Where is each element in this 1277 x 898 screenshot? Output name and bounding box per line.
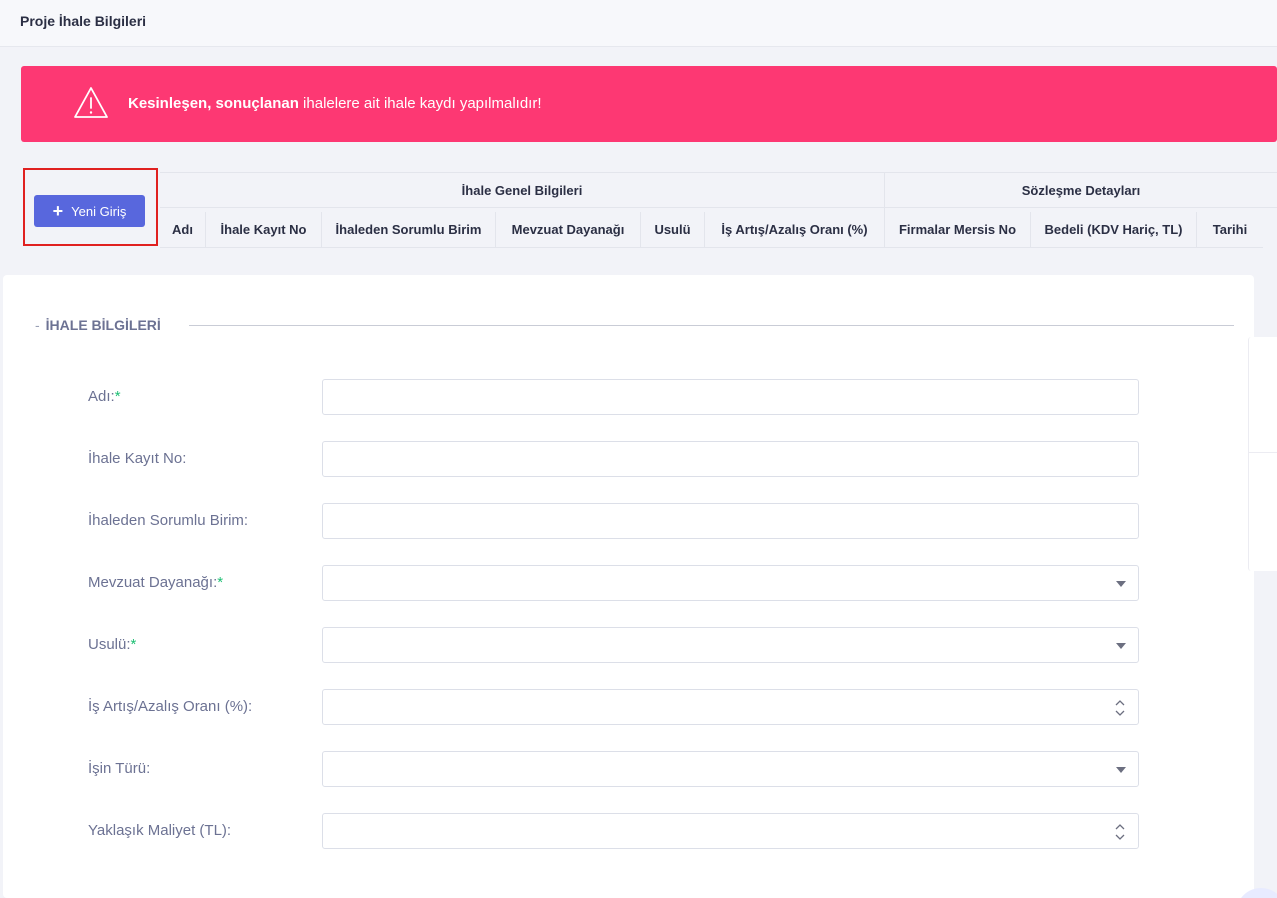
table-group-header: Sözleşme Detayları bbox=[885, 172, 1277, 208]
field-label-sorumlu-birim: İhaleden Sorumlu Birim: bbox=[88, 512, 248, 529]
new-entry-button-label: Yeni Giriş bbox=[71, 203, 127, 219]
field-label-text: İşin Türü: bbox=[88, 760, 151, 777]
table-column-header[interactable]: Bedeli (KDV Hariç, TL) bbox=[1031, 212, 1197, 248]
field-label-text: Mevzuat Dayanağı: bbox=[88, 574, 218, 591]
required-marker: * bbox=[114, 388, 121, 405]
field-label-text: Adı: bbox=[88, 388, 115, 405]
adi-input[interactable] bbox=[322, 379, 1139, 415]
table-column-header[interactable]: Firmalar Mersis No bbox=[885, 212, 1031, 248]
warning-alert: Kesinleşen, sonuçlanan ihalelere ait iha… bbox=[21, 66, 1277, 142]
field-label-text: İş Artış/Azalış Oranı (%): bbox=[88, 698, 253, 715]
table-column-header[interactable]: İş Artış/Azalış Oranı (%) bbox=[705, 212, 885, 248]
new-entry-button[interactable]: + Yeni Giriş bbox=[34, 195, 145, 227]
table-column-header[interactable]: Mevzuat Dayanağı bbox=[496, 212, 641, 248]
page-title: Proje İhale Bilgileri bbox=[20, 13, 147, 29]
field-label-usulu: Usulü:* bbox=[88, 636, 136, 653]
chevron-down-icon bbox=[1116, 767, 1126, 773]
yaklasik-maliyet-input[interactable] bbox=[322, 813, 1139, 849]
usulu-select[interactable] bbox=[322, 627, 1139, 663]
table-column-header[interactable]: İhaleden Sorumlu Birim bbox=[322, 212, 496, 248]
alert-message: Kesinleşen, sonuçlanan ihalelere ait iha… bbox=[128, 95, 542, 112]
field-label-text: İhaleden Sorumlu Birim: bbox=[88, 512, 249, 529]
isin-turu-select[interactable] bbox=[322, 751, 1139, 787]
field-label-adi: Adı:* bbox=[88, 388, 121, 405]
section-divider bbox=[189, 325, 1234, 326]
chevron-down-icon bbox=[1116, 643, 1126, 649]
side-toolbar-divider bbox=[1248, 452, 1277, 453]
field-label-text: Yaklaşık Maliyet (TL): bbox=[88, 822, 232, 839]
field-label-ihale-kayit-no: İhale Kayıt No: bbox=[88, 450, 186, 467]
field-label-text: İhale Kayıt No: bbox=[88, 450, 187, 467]
page-header: Proje İhale Bilgileri bbox=[0, 0, 1277, 47]
field-label-yaklasik-maliyet: Yaklaşık Maliyet (TL): bbox=[88, 822, 231, 839]
required-marker: * bbox=[217, 574, 224, 591]
table-column-header[interactable]: Usulü bbox=[641, 212, 705, 248]
side-toolbar[interactable] bbox=[1248, 337, 1277, 571]
plus-icon: + bbox=[52, 201, 64, 221]
required-marker: * bbox=[130, 636, 137, 653]
mevzuat-dayanagi-select[interactable] bbox=[322, 565, 1139, 601]
field-label-is-artis-orani: İş Artış/Azalış Oranı (%): bbox=[88, 698, 252, 715]
chevron-down-icon bbox=[1116, 581, 1126, 587]
field-label-mevzuat-dayanagi: Mevzuat Dayanağı:* bbox=[88, 574, 223, 591]
number-spinner-icon[interactable] bbox=[1114, 822, 1126, 842]
section-legend: - İHALE BİLGİLERİ bbox=[35, 317, 161, 333]
table-column-header[interactable]: İhale Kayıt No bbox=[206, 212, 322, 248]
table-group-header: İhale Genel Bilgileri bbox=[160, 172, 884, 208]
field-label-isin-turu: İşin Türü: bbox=[88, 760, 150, 777]
alert-message-rest: ihalelere ait ihale kaydı yapılmalıdır! bbox=[298, 95, 542, 112]
table-column-header[interactable]: Tarihi bbox=[1197, 212, 1263, 248]
sorumlu-birim-input[interactable] bbox=[322, 503, 1139, 539]
table-column-header[interactable]: Adı bbox=[160, 212, 206, 248]
warning-triangle-icon bbox=[74, 87, 108, 118]
section-title: İHALE BİLGİLERİ bbox=[45, 317, 161, 333]
number-spinner-icon[interactable] bbox=[1114, 698, 1126, 718]
ihale-kayit-no-input[interactable] bbox=[322, 441, 1139, 477]
alert-message-bold: Kesinleşen, sonuçlanan bbox=[128, 95, 299, 112]
is-artis-orani-input[interactable] bbox=[322, 689, 1139, 725]
field-label-text: Usulü: bbox=[88, 636, 131, 653]
legend-dash: - bbox=[35, 317, 40, 333]
